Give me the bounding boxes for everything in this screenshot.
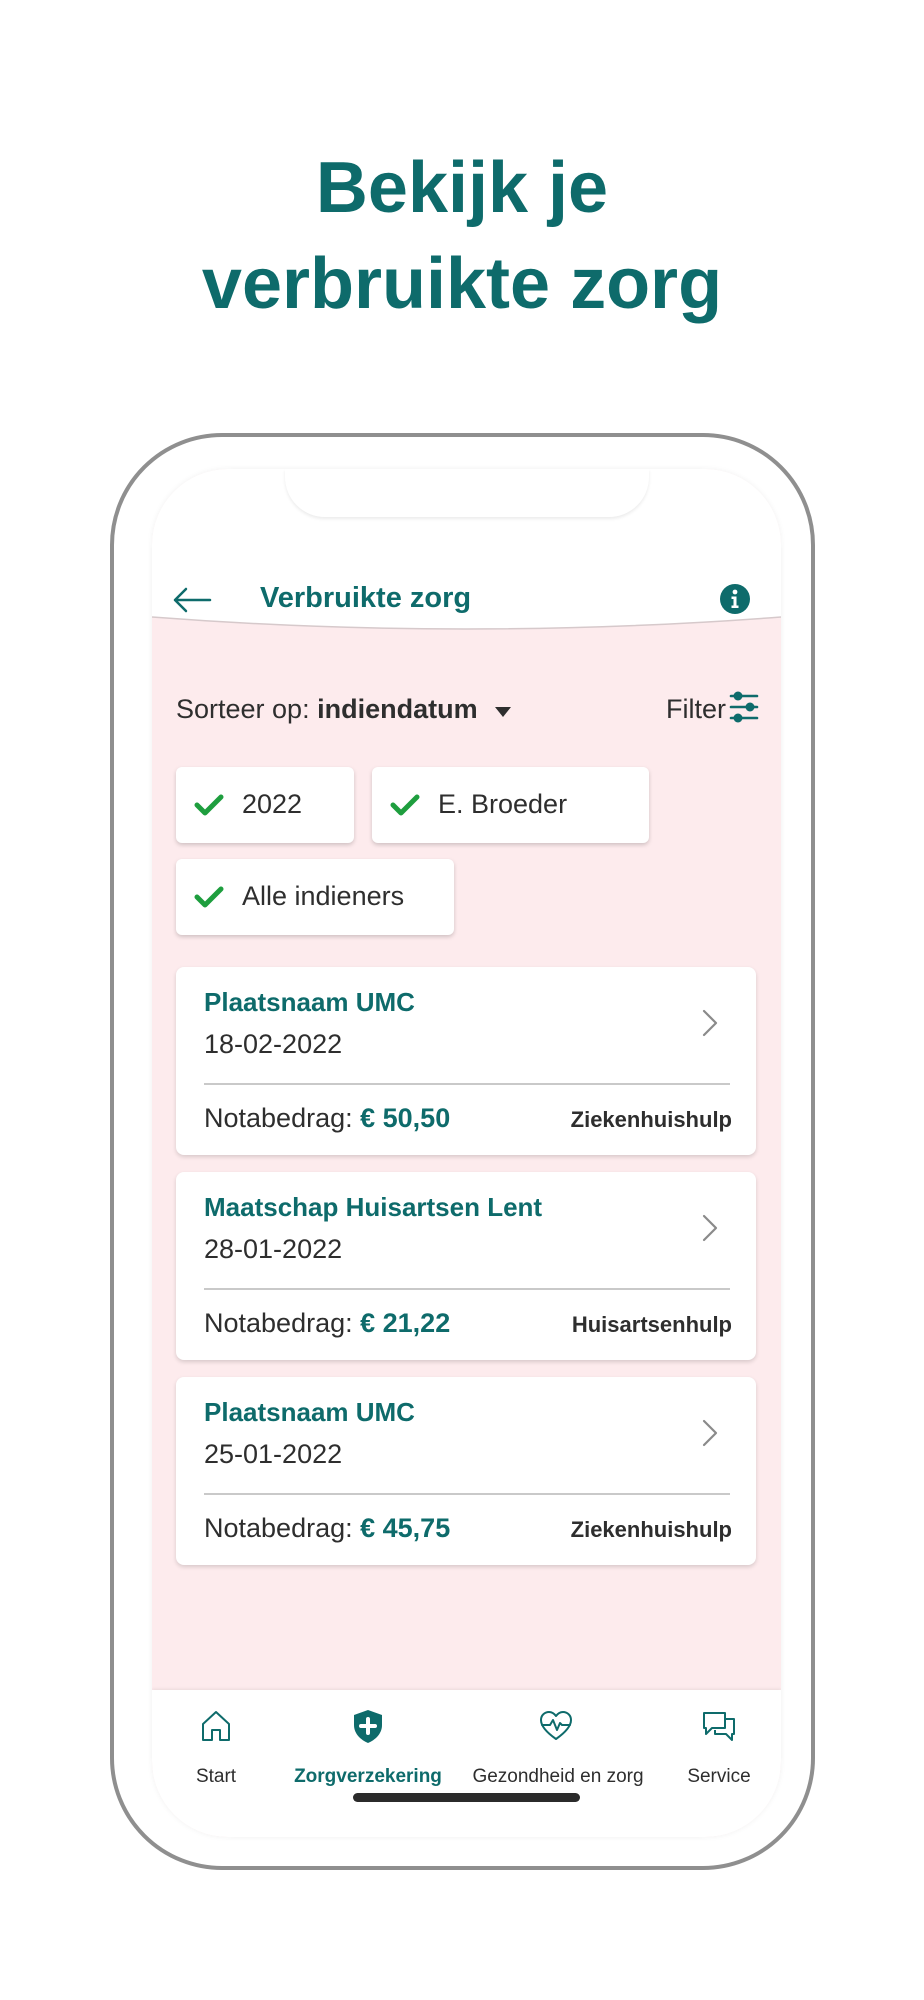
home-icon: [202, 1711, 230, 1741]
claim-date: 28-01-2022: [204, 1234, 343, 1264]
tab-start[interactable]: Start: [174, 1708, 258, 1798]
filter-chip-person[interactable]: E. Broeder: [372, 767, 649, 843]
amount-label: Notabedrag:: [204, 1308, 353, 1338]
tab-zorgverzekering[interactable]: Zorgverzekering: [294, 1708, 442, 1798]
amount-value: € 45,75: [360, 1513, 451, 1543]
filter-button[interactable]: Filter: [666, 694, 726, 725]
check-icon: [390, 794, 420, 816]
page-title: Verbruikte zorg: [260, 582, 472, 614]
tab-service[interactable]: Service: [674, 1708, 764, 1798]
sort-filter-bar: Sorteer op: indiendatum Filter: [176, 691, 759, 734]
claim-amount: Notabedrag: € 50,50: [204, 1103, 450, 1134]
card-divider: [204, 1288, 730, 1290]
caret-down-icon[interactable]: [494, 706, 512, 718]
chat-bubbles-icon: [703, 1712, 735, 1741]
chip-label: Alle indieners: [242, 881, 405, 911]
card-divider: [204, 1083, 730, 1085]
phone-notch: [285, 469, 649, 517]
claim-card[interactable]: Plaatsnaam UMC 18-02-2022 Notabedrag: € …: [176, 967, 756, 1155]
claim-amount: Notabedrag: € 45,75: [204, 1513, 450, 1544]
claim-card[interactable]: Maatschap Huisartsen Lent 28-01-2022 Not…: [176, 1172, 756, 1360]
tab-label: Zorgverzekering: [294, 1766, 442, 1787]
claim-provider: Plaatsnaam UMC: [204, 987, 415, 1017]
amount-label: Notabedrag:: [204, 1103, 353, 1133]
claim-category: Huisartsenhulp: [571, 1312, 732, 1337]
tab-label: Gezondheid en zorg: [472, 1766, 644, 1787]
arrow-left-icon[interactable]: [172, 587, 212, 613]
chip-label: 2022: [242, 789, 303, 819]
chip-label: E. Broeder: [438, 789, 568, 819]
claim-card[interactable]: Plaatsnaam UMC 25-01-2022 Notabedrag: € …: [176, 1377, 756, 1565]
promo-headline-line2: verbruikte zorg: [201, 244, 723, 324]
sort-dropdown[interactable]: Sorteer op: indiendatum: [176, 694, 478, 725]
check-icon: [194, 794, 224, 816]
claim-amount: Notabedrag: € 21,22: [204, 1308, 450, 1339]
card-divider: [204, 1493, 730, 1495]
sort-value: indiendatum: [317, 694, 478, 724]
phone-frame: Verbruikte zorg Sorteer op: indiendatum …: [110, 433, 815, 1870]
chevron-right-icon: [702, 1214, 718, 1242]
claim-date: 18-02-2022: [204, 1029, 343, 1059]
chevron-right-icon: [702, 1009, 718, 1037]
promo-headline: Bekijk je verbruikte zorg: [0, 140, 924, 332]
chevron-right-icon: [702, 1419, 718, 1447]
tab-label: Start: [195, 1766, 237, 1787]
amount-label: Notabedrag:: [204, 1513, 353, 1543]
filter-chip-submitters[interactable]: Alle indieners: [176, 859, 454, 935]
heart-pulse-icon: [540, 1711, 572, 1740]
home-indicator[interactable]: [353, 1793, 580, 1802]
promo-headline-line1: Bekijk je: [315, 148, 609, 228]
claim-category: Ziekenhuishulp: [570, 1517, 732, 1542]
sliders-icon[interactable]: [728, 690, 760, 724]
shield-cross-icon: [354, 1710, 382, 1743]
tab-gezondheid-en-zorg[interactable]: Gezondheid en zorg: [472, 1708, 644, 1798]
sort-label: Sorteer op:: [176, 694, 310, 724]
filter-chip-year[interactable]: 2022: [176, 767, 354, 843]
app-screen: Verbruikte zorg Sorteer op: indiendatum …: [152, 469, 781, 1837]
amount-value: € 50,50: [360, 1103, 451, 1133]
claim-provider: Maatschap Huisartsen Lent: [204, 1192, 543, 1222]
claim-category: Ziekenhuishulp: [570, 1107, 732, 1132]
claim-provider: Plaatsnaam UMC: [204, 1397, 415, 1427]
info-icon[interactable]: [719, 583, 751, 615]
check-icon: [194, 886, 224, 908]
claim-date: 25-01-2022: [204, 1439, 343, 1469]
amount-value: € 21,22: [360, 1308, 451, 1338]
tab-label: Service: [687, 1766, 751, 1787]
bottom-tab-bar: Start Zorgverzekering Gezondheid en zorg: [152, 1690, 781, 1837]
